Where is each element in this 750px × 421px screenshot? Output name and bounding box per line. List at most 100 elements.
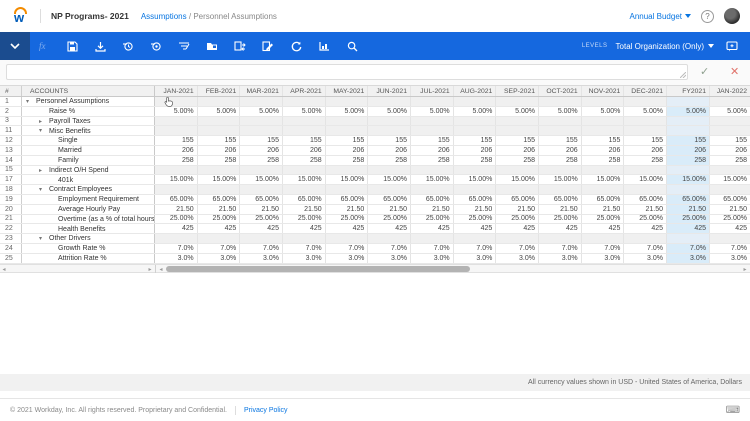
comments-icon[interactable] [722, 32, 742, 60]
value-cell-may-2021[interactable]: 5.00% [326, 106, 369, 116]
value-cell-jan-2021[interactable]: 3.0% [155, 253, 198, 263]
column-header-nov-2021[interactable]: NOV-2021 [582, 86, 625, 96]
value-cell-dec-2021[interactable]: 206 [624, 145, 668, 155]
value-cell-aug-2021[interactable]: 258 [454, 155, 497, 165]
account-name-cell[interactable]: Raise % [22, 106, 155, 116]
confirm-edit-button[interactable]: ✓ [700, 65, 709, 78]
value-cell-fy2021[interactable]: 5.00% [667, 106, 710, 116]
scroll-right-icon[interactable]: ▸ [741, 265, 749, 273]
account-name-cell[interactable]: ▾ Personnel Assumptions [22, 97, 155, 106]
column-header-dec-2021[interactable]: DEC-2021 [624, 86, 668, 96]
sheet-sync-icon[interactable] [226, 32, 254, 60]
value-cell-jul-2021[interactable]: 7.0% [411, 243, 454, 253]
value-cell-jan-2022[interactable]: 206 [710, 146, 750, 155]
value-cell-sep-2021[interactable]: 15.00% [496, 175, 539, 185]
value-cell-oct-2021[interactable]: 5.00% [539, 106, 582, 116]
account-name-cell[interactable]: Married [22, 145, 155, 155]
history-back-icon[interactable] [114, 32, 142, 60]
value-cell-oct-2021[interactable]: 65.00% [539, 194, 582, 204]
value-cell-fy2021[interactable]: 25.00% [667, 214, 710, 224]
account-name-cell[interactable]: ▾ Other Drivers [22, 234, 155, 243]
account-name-cell[interactable]: Employment Requirement [22, 194, 155, 204]
value-cell-oct-2021[interactable]: 206 [539, 145, 582, 155]
value-cell-jan-2021[interactable]: 21.50 [155, 204, 198, 214]
value-cell-mar-2021[interactable]: 25.00% [240, 214, 283, 224]
column-header-jan-2021[interactable]: JAN-2021 [155, 86, 198, 96]
value-cell-dec-2021[interactable]: 65.00% [624, 194, 668, 204]
save-icon[interactable] [58, 32, 86, 60]
value-cell-feb-2021[interactable]: 21.50 [198, 204, 241, 214]
value-cell-may-2021[interactable]: 25.00% [326, 214, 369, 224]
value-cell-jan-2022[interactable]: 3.0% [710, 254, 750, 263]
avatar[interactable] [724, 8, 740, 24]
scroll-right-icon[interactable]: ▸ [146, 265, 154, 273]
column-header-jan-2022[interactable]: JAN-2022 [710, 86, 750, 96]
value-cell-jul-2021[interactable]: 5.00% [411, 106, 454, 116]
collapse-caret-icon[interactable]: ▾ [39, 235, 42, 242]
value-cell-oct-2021[interactable]: 7.0% [539, 243, 582, 253]
value-cell-dec-2021[interactable]: 5.00% [624, 106, 668, 116]
version-dropdown[interactable]: Annual Budget [630, 12, 691, 21]
value-cell-sep-2021[interactable]: 25.00% [496, 214, 539, 224]
formula-fx-icon[interactable]: fx [30, 32, 58, 60]
value-cell-mar-2021[interactable]: 258 [240, 155, 283, 165]
value-cell-nov-2021[interactable]: 206 [582, 145, 625, 155]
value-cell-sep-2021[interactable]: 206 [496, 145, 539, 155]
account-name-cell[interactable]: 401k [22, 175, 155, 185]
value-cell-apr-2021[interactable]: 3.0% [283, 253, 326, 263]
value-cell-mar-2021[interactable]: 155 [240, 136, 283, 145]
value-cell-jul-2021[interactable]: 3.0% [411, 253, 454, 263]
value-cell-jan-2022[interactable]: 258 [710, 156, 750, 165]
value-cell-jan-2022[interactable]: 7.0% [710, 244, 750, 253]
value-cell-jan-2021[interactable]: 7.0% [155, 243, 198, 253]
column-header-apr-2021[interactable]: APR-2021 [283, 86, 326, 96]
value-cell-feb-2021[interactable]: 155 [198, 136, 241, 145]
expand-caret-icon[interactable]: ▸ [39, 118, 42, 125]
value-cell-nov-2021[interactable]: 3.0% [582, 253, 625, 263]
value-cell-nov-2021[interactable]: 7.0% [582, 243, 625, 253]
value-cell-nov-2021[interactable]: 425 [582, 224, 625, 234]
value-cell-oct-2021[interactable]: 425 [539, 224, 582, 234]
value-cell-mar-2021[interactable]: 65.00% [240, 194, 283, 204]
value-cell-jun-2021[interactable]: 5.00% [368, 106, 411, 116]
value-cell-mar-2021[interactable]: 15.00% [240, 175, 283, 185]
value-cell-jun-2021[interactable]: 15.00% [368, 175, 411, 185]
column-header-fy2021[interactable]: FY2021 [667, 86, 710, 96]
scroll-left-icon[interactable]: ◂ [0, 265, 8, 273]
account-name-cell[interactable]: Growth Rate % [22, 243, 155, 253]
value-cell-oct-2021[interactable]: 25.00% [539, 214, 582, 224]
column-header-jul-2021[interactable]: JUL-2021 [411, 86, 454, 96]
account-name-cell[interactable]: ▾ Misc Benefits [22, 126, 155, 136]
value-cell-jul-2021[interactable]: 65.00% [411, 194, 454, 204]
value-cell-jul-2021[interactable]: 25.00% [411, 214, 454, 224]
value-cell-aug-2021[interactable]: 425 [454, 224, 497, 234]
value-cell-sep-2021[interactable]: 5.00% [496, 106, 539, 116]
value-cell-sep-2021[interactable]: 7.0% [496, 243, 539, 253]
column-header-may-2021[interactable]: MAY-2021 [326, 86, 369, 96]
value-cell-feb-2021[interactable]: 5.00% [198, 106, 241, 116]
value-cell-nov-2021[interactable]: 65.00% [582, 194, 625, 204]
value-cell-dec-2021[interactable]: 7.0% [624, 243, 668, 253]
new-folder-sheet-icon[interactable] [198, 32, 226, 60]
value-cell-fy2021[interactable]: 425 [667, 224, 710, 234]
value-cell-jan-2021[interactable]: 425 [155, 224, 198, 234]
value-cell-jan-2021[interactable]: 155 [155, 136, 198, 145]
history-forward-icon[interactable] [142, 32, 170, 60]
account-name-cell[interactable]: Average Hourly Pay [22, 204, 155, 214]
value-cell-sep-2021[interactable]: 258 [496, 155, 539, 165]
value-cell-fy2021[interactable]: 21.50 [667, 204, 710, 214]
search-icon[interactable] [338, 32, 366, 60]
value-cell-jan-2021[interactable]: 15.00% [155, 175, 198, 185]
account-name-cell[interactable]: ▾ Contract Employees [22, 185, 155, 194]
value-cell-apr-2021[interactable]: 5.00% [283, 106, 326, 116]
value-cell-fy2021[interactable]: 206 [667, 145, 710, 155]
sheet-notes-icon[interactable] [254, 32, 282, 60]
value-cell-may-2021[interactable]: 155 [326, 136, 369, 145]
value-cell-aug-2021[interactable]: 206 [454, 145, 497, 155]
value-cell-nov-2021[interactable]: 15.00% [582, 175, 625, 185]
value-cell-nov-2021[interactable]: 258 [582, 155, 625, 165]
keyboard-shortcuts-icon[interactable]: ⌨ [726, 405, 740, 416]
account-name-cell[interactable]: Attrition Rate % [22, 253, 155, 263]
collapse-caret-icon[interactable]: ▾ [39, 186, 42, 193]
value-cell-sep-2021[interactable]: 425 [496, 224, 539, 234]
